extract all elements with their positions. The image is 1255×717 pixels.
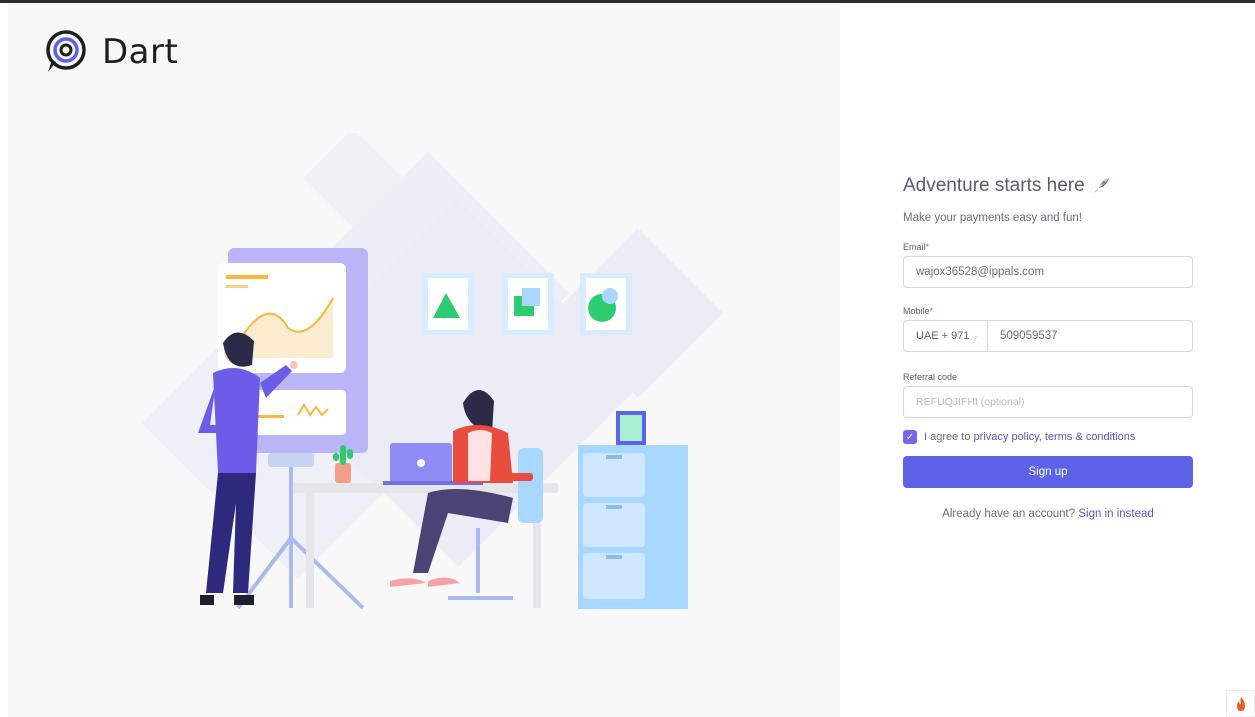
mobile-value: 509059537 [1000,330,1058,342]
signup-form: Adventure starts here Make your payments… [903,175,1193,520]
mobile-label: Mobile* [903,306,934,316]
referral-input[interactable]: REFUQJIFHI (optional) [903,386,1193,418]
terms-agreement: ✓ I agree to privacy policy, terms & con… [903,430,1193,444]
mobile-input[interactable]: 509059537 [988,321,1192,351]
form-title: Adventure starts here [903,175,1193,197]
rocket-icon [1093,178,1109,193]
brand-name: Dart [102,32,179,72]
brand-logo[interactable]: Dart [42,28,178,76]
signin-link[interactable]: Sign in instead [1078,508,1153,520]
referral-placeholder: REFUQJIFHI (optional) [916,396,1025,408]
referral-label: Referral code [903,372,958,382]
chevron-down-icon: ⌵ [971,330,979,341]
agree-text: I agree to privacy policy, terms & condi… [924,431,1136,443]
dart-logo-icon [46,30,86,72]
mobile-field-group: UAE + 971 ⌵ 509059537 [903,320,1193,352]
terms-link[interactable]: privacy policy, terms & conditions [974,431,1136,443]
country-code-value: UAE + 971 [916,330,970,342]
country-code-select[interactable]: UAE + 971 ⌵ [904,321,988,351]
signup-panel: Adventure starts here Make your payments… [840,3,1255,717]
signin-prompt: Already have an account? Sign in instead [942,508,1154,520]
email-field[interactable]: wajox36528@ippals.com [903,256,1193,288]
signup-button[interactable]: Sign up [903,456,1193,488]
form-subtitle: Make your payments easy and fun! [903,212,1082,224]
email-value: wajox36528@ippals.com [916,266,1045,278]
terms-checkbox[interactable]: ✓ [903,430,917,444]
email-label: Email* [903,242,930,252]
title-text: Adventure starts here [903,175,1085,196]
illustration-panel: Dart [8,3,840,717]
signup-illustration [142,133,723,610]
fire-icon[interactable] [1226,690,1255,717]
